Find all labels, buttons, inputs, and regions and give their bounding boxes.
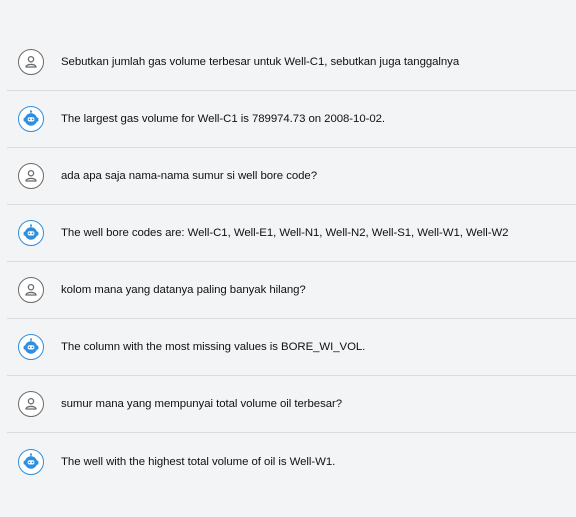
chat-message-user: ada apa saja nama-nama sumur si well bor… <box>7 148 576 205</box>
message-text: The well with the highest total volume o… <box>61 455 336 468</box>
message-text: kolom mana yang datanya paling banyak hi… <box>61 284 306 296</box>
chat-message-bot: The well with the highest total volume o… <box>7 433 576 490</box>
message-text: sumur mana yang mempunyai total volume o… <box>61 398 343 410</box>
bot-icon <box>18 106 44 132</box>
user-icon <box>18 49 44 75</box>
chat-message-bot: The column with the most missing values … <box>7 319 576 376</box>
chat-history: Sebutkan jumlah gas volume terbesar untu… <box>0 0 576 517</box>
chat-message-user: kolom mana yang datanya paling banyak hi… <box>7 262 576 319</box>
message-text: ada apa saja nama-nama sumur si well bor… <box>61 170 317 182</box>
chat-message-bot: The well bore codes are: Well-C1, Well-E… <box>7 205 576 262</box>
chat-message-bot: The largest gas volume for Well-C1 is 78… <box>7 91 576 148</box>
message-text: The largest gas volume for Well-C1 is 78… <box>61 113 386 125</box>
message-text: The column with the most missing values … <box>61 341 366 353</box>
user-icon <box>18 391 44 417</box>
chat-message-user: Sebutkan jumlah gas volume terbesar untu… <box>7 34 576 91</box>
chat-message-user: sumur mana yang mempunyai total volume o… <box>7 376 576 433</box>
bot-icon <box>18 220 44 246</box>
message-text: The well bore codes are: Well-C1, Well-E… <box>61 227 509 239</box>
user-icon <box>18 163 44 189</box>
message-text: Sebutkan jumlah gas volume terbesar untu… <box>61 56 460 68</box>
user-icon <box>18 277 44 303</box>
bot-icon <box>18 334 44 360</box>
bot-icon <box>18 448 44 475</box>
